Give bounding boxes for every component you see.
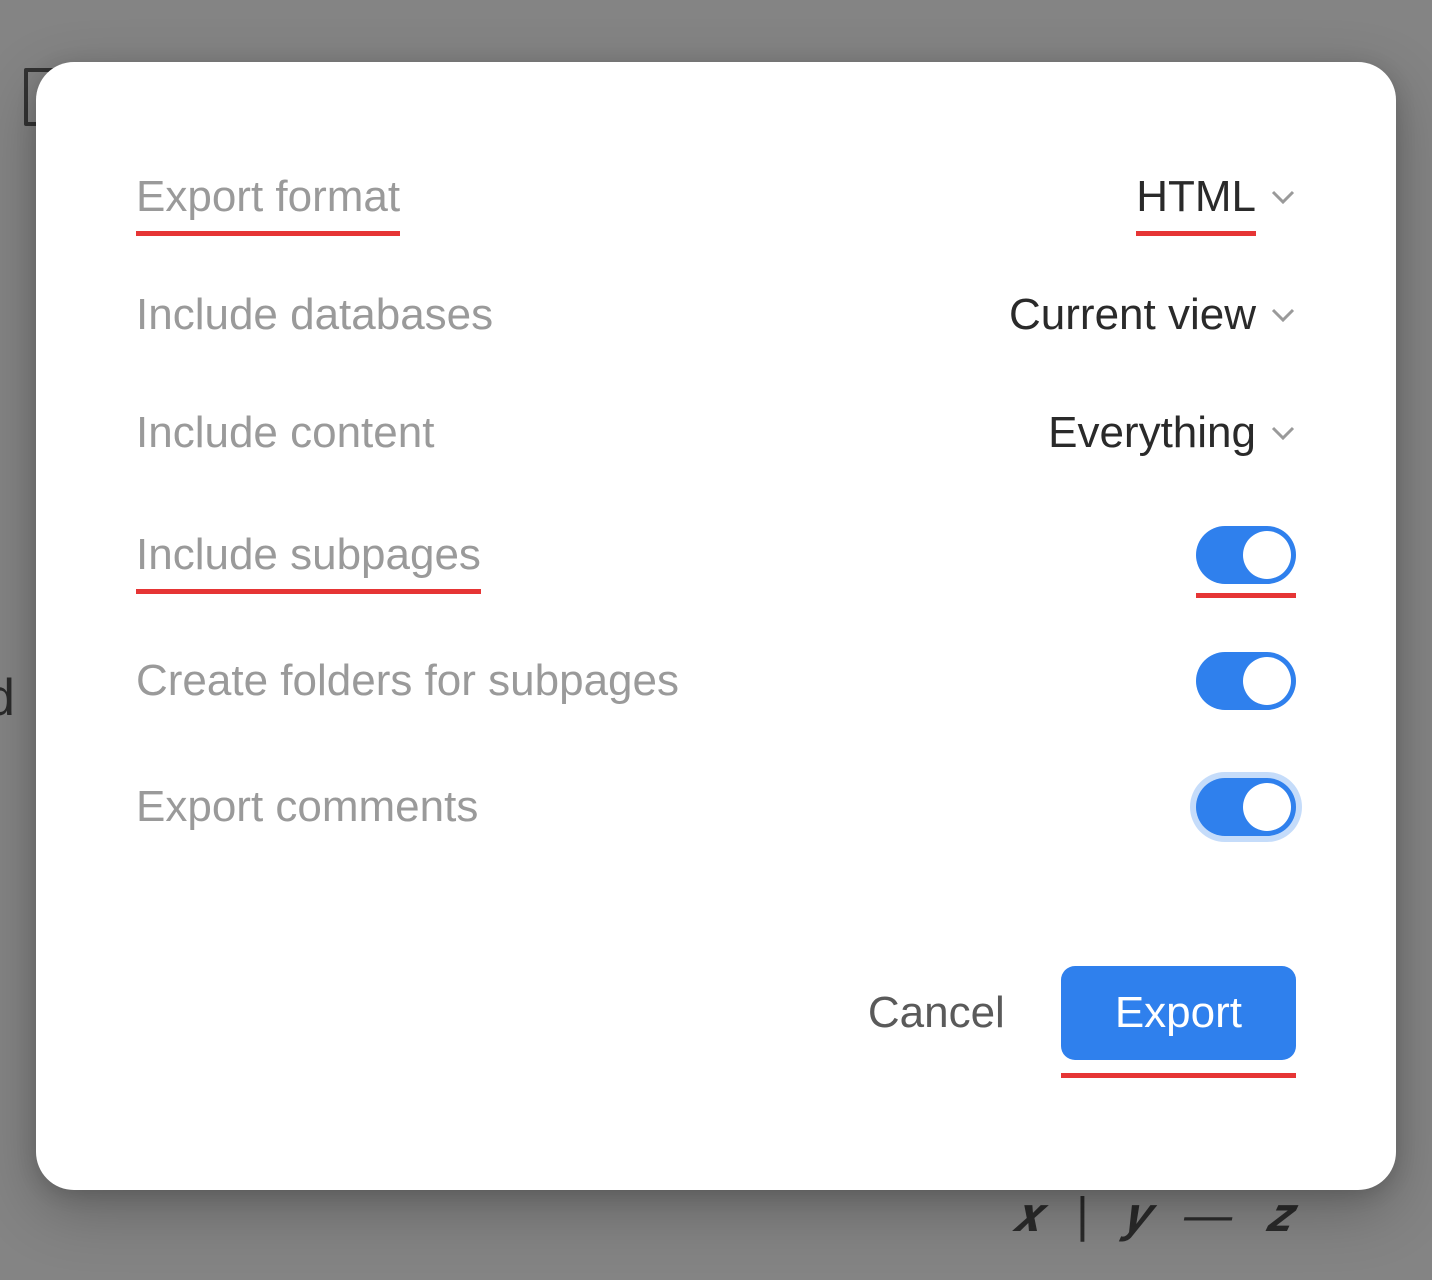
highlight-underline bbox=[1196, 593, 1296, 598]
toggle-knob bbox=[1243, 657, 1291, 705]
export-comments-row: Export comments bbox=[136, 778, 1296, 836]
export-modal: Export format HTML Include databases Cur… bbox=[36, 62, 1396, 1190]
highlight-underline bbox=[1136, 231, 1256, 236]
include-databases-value: Current view bbox=[1009, 290, 1256, 340]
create-folders-row: Create folders for subpages bbox=[136, 652, 1296, 710]
include-content-label: Include content bbox=[136, 408, 434, 458]
export-format-dropdown[interactable]: HTML bbox=[1136, 172, 1296, 222]
highlight-underline bbox=[1061, 1073, 1296, 1078]
export-button[interactable]: Export bbox=[1061, 966, 1296, 1060]
chevron-down-icon bbox=[1270, 420, 1296, 446]
export-format-row: Export format HTML bbox=[136, 172, 1296, 222]
background-text-fragment: asc bbox=[0, 584, 1, 644]
highlight-underline bbox=[136, 231, 400, 236]
toggle-knob bbox=[1243, 531, 1291, 579]
background-text-fragment: sd bbox=[0, 668, 15, 728]
include-content-dropdown[interactable]: Everything bbox=[1048, 408, 1296, 458]
include-databases-row: Include databases Current view bbox=[136, 290, 1296, 340]
create-folders-label: Create folders for subpages bbox=[136, 656, 679, 706]
include-content-value: Everything bbox=[1048, 408, 1256, 458]
highlight-underline bbox=[136, 589, 481, 594]
background-math-fragment: 𝒙 | 𝒚 — 𝒛 bbox=[1011, 1188, 1302, 1244]
cancel-button[interactable]: Cancel bbox=[860, 970, 1013, 1056]
include-databases-label: Include databases bbox=[136, 290, 493, 340]
dialog-button-row: Cancel Export bbox=[136, 966, 1296, 1060]
chevron-down-icon bbox=[1270, 184, 1296, 210]
include-subpages-toggle[interactable] bbox=[1196, 526, 1296, 584]
export-format-label: Export format bbox=[136, 172, 400, 222]
export-format-value: HTML bbox=[1136, 172, 1256, 222]
include-databases-dropdown[interactable]: Current view bbox=[1009, 290, 1296, 340]
export-comments-label: Export comments bbox=[136, 782, 478, 832]
include-content-row: Include content Everything bbox=[136, 408, 1296, 458]
include-subpages-label: Include subpages bbox=[136, 530, 481, 580]
export-comments-toggle[interactable] bbox=[1196, 778, 1296, 836]
create-folders-toggle[interactable] bbox=[1196, 652, 1296, 710]
include-subpages-row: Include subpages bbox=[136, 526, 1296, 584]
toggle-knob bbox=[1243, 783, 1291, 831]
chevron-down-icon bbox=[1270, 302, 1296, 328]
